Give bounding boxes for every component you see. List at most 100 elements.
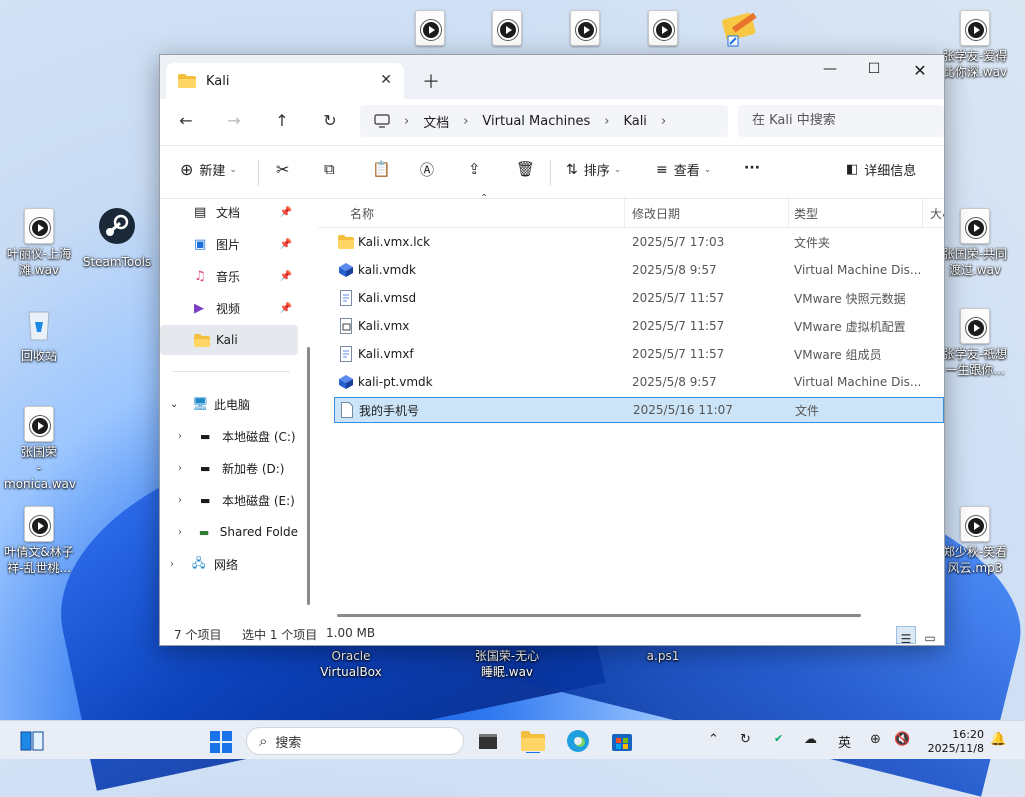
delete-button[interactable]: 🗑	[516, 160, 535, 178]
tray-app-icon[interactable]: ✔	[774, 732, 783, 745]
nav-item-music[interactable]: ♫ 音乐 📌	[160, 261, 298, 291]
large-icons-view-button[interactable]: ▭	[920, 626, 940, 645]
breadcrumb-virtual-machines[interactable]: Virtual Machines	[482, 114, 590, 129]
nav-item-kali[interactable]: Kali	[160, 325, 298, 355]
terminal-app-icon[interactable]	[478, 731, 498, 751]
column-header-date[interactable]: 修改日期	[632, 205, 680, 222]
desktop-file-zhengshaoqiu[interactable]: 郑少秋-笑看 风云.mp3	[940, 506, 1010, 576]
pin-icon[interactable]: 📌	[280, 303, 292, 314]
nav-item-this-pc[interactable]: ⌄ 🖥 此电脑	[160, 389, 298, 419]
nav-item-shared-folders[interactable]: › ▬ Shared Folde	[160, 517, 298, 547]
chevron-right-icon[interactable]: ›	[178, 495, 200, 506]
chevron-right-icon[interactable]: ›	[661, 114, 666, 129]
desktop-media-file[interactable]	[628, 10, 698, 46]
tab-kali[interactable]: Kali ✕	[166, 63, 404, 99]
desktop-file-zhangguorong-monica[interactable]: 张国荣 -monica.wav	[4, 406, 76, 492]
nav-item-drive-c[interactable]: › ▬ 本地磁盘 (C:)	[160, 421, 298, 451]
file-row[interactable]: kali.vmdk 2025/5/8 9:57 Virtual Machine …	[334, 257, 944, 283]
desktop-file-yeqianwen[interactable]: 叶倩文&林子 祥-乱世桃...	[4, 506, 74, 576]
nav-item-videos[interactable]: ▶ 视频 📌	[160, 293, 298, 323]
input-method-indicator[interactable]: 英	[838, 732, 851, 751]
column-divider[interactable]	[624, 197, 625, 227]
forward-button[interactable]: →	[222, 111, 246, 130]
minimize-button[interactable]: —	[810, 61, 850, 77]
horizontal-scrollbar[interactable]	[337, 614, 861, 617]
details-view-button[interactable]: ☰	[896, 626, 916, 646]
scrollbar-thumb[interactable]	[307, 347, 310, 605]
nav-item-pictures[interactable]: ▣ 图片 📌	[160, 229, 298, 259]
column-header-size[interactable]: 大小	[930, 205, 944, 222]
desktop-recycle-bin[interactable]: 回收站	[4, 304, 74, 364]
desktop-shortcut-steamtools[interactable]: SteamTools	[82, 206, 152, 270]
copy-button[interactable]: ⧉	[324, 160, 335, 178]
chevron-right-icon[interactable]: ›	[170, 559, 192, 570]
store-icon[interactable]	[610, 729, 634, 753]
file-row[interactable]: Kali.vmxf 2025/5/7 11:57 VMware 组成员	[334, 341, 944, 367]
desktop-media-file[interactable]	[472, 10, 542, 46]
desktop-file-a-ps1[interactable]: a.ps1	[628, 648, 698, 664]
rename-button[interactable]: Ⓐ	[420, 160, 434, 180]
desktop-shortcut[interactable]	[705, 10, 775, 52]
new-button[interactable]: ⊕ 新建 ⌄	[180, 160, 237, 179]
nav-item-network[interactable]: › 🖧 网络	[160, 549, 298, 579]
pin-icon[interactable]: 📌	[280, 271, 292, 282]
breadcrumb[interactable]: › 文档 › Virtual Machines › Kali ›	[360, 105, 728, 137]
desktop-media-file[interactable]	[550, 10, 620, 46]
column-header-type[interactable]: 类型	[794, 205, 818, 222]
desktop-shortcut-virtualbox[interactable]: Oracle VirtualBox	[316, 648, 386, 680]
nav-item-drive-e[interactable]: › ▬ 本地磁盘 (E:)	[160, 485, 298, 515]
taskbar-search[interactable]: ⌕ 搜索	[246, 727, 464, 755]
desktop-file-yeliyi[interactable]: 叶丽仪-上海 滩.wav	[4, 208, 74, 278]
search-input[interactable]: 在 Kali 中搜索	[738, 105, 944, 137]
close-window-button[interactable]: ✕	[900, 61, 940, 80]
desktop-media-file[interactable]	[395, 10, 465, 46]
windows-start-icon[interactable]	[210, 731, 232, 753]
volume-muted-icon[interactable]: 🔇	[894, 732, 910, 747]
desktop-file-zhangguorong-wuxin[interactable]: 张国荣-无心 睡眠.wav	[472, 648, 542, 680]
notification-bell-icon[interactable]: 🔔	[990, 732, 1006, 747]
file-explorer-taskbar-icon[interactable]	[520, 729, 546, 753]
nav-scrollbar[interactable]	[306, 197, 312, 607]
desktop-file-zhangxueyou-zhixiang[interactable]: 张学友-祇想 一生跟你...	[940, 308, 1010, 378]
desktop-file-zhangxueyou-aide[interactable]: 张学友-爱得 比你深.wav	[940, 10, 1010, 80]
chevron-up-icon[interactable]: ⌃	[708, 732, 719, 747]
pin-icon[interactable]: 📌	[280, 239, 292, 250]
sort-button[interactable]: ⇅ 排序 ⌄	[566, 160, 621, 180]
breadcrumb-kali[interactable]: Kali	[623, 114, 647, 129]
system-clock[interactable]: 16:20 2025/11/8	[918, 728, 984, 756]
file-row[interactable]: kali-pt.vmdk 2025/5/8 9:57 Virtual Machi…	[334, 369, 944, 395]
column-divider[interactable]	[922, 197, 923, 227]
more-options-button[interactable]: ···	[744, 160, 760, 176]
nav-item-drive-d[interactable]: › ▬ 新加卷 (D:)	[160, 453, 298, 483]
refresh-button[interactable]: ↻	[318, 111, 342, 130]
chevron-down-icon[interactable]: ⌄	[170, 399, 192, 410]
view-button[interactable]: ≡ 查看 ⌄	[656, 160, 711, 180]
breadcrumb-documents[interactable]: 文档	[423, 112, 449, 131]
file-row-selected[interactable]: 我的手机号 2025/5/16 11:07 文件	[334, 397, 944, 423]
cloud-offline-icon[interactable]: ☁	[804, 732, 817, 747]
chevron-right-icon[interactable]: ›	[178, 527, 199, 538]
close-tab-icon[interactable]: ✕	[380, 72, 392, 88]
up-button[interactable]: ↑	[270, 111, 294, 130]
maximize-button[interactable]: ☐	[854, 61, 894, 77]
paste-button[interactable]: 📋	[372, 160, 391, 178]
edge-browser-icon[interactable]	[566, 729, 590, 753]
chevron-right-icon[interactable]: ›	[178, 431, 200, 442]
task-view-icon[interactable]	[20, 731, 46, 751]
chevron-right-icon[interactable]: ›	[178, 463, 200, 474]
pin-icon[interactable]: 📌	[280, 207, 292, 218]
back-button[interactable]: ←	[174, 111, 198, 130]
details-pane-button[interactable]: ◧ 详细信息	[846, 160, 916, 179]
cut-button[interactable]: ✂	[276, 160, 289, 179]
globe-network-icon[interactable]: ⊕	[870, 732, 881, 747]
file-row[interactable]: Kali.vmx 2025/5/7 11:57 VMware 虚拟机配置	[334, 313, 944, 339]
sync-icon[interactable]: ↻	[740, 732, 751, 747]
column-divider[interactable]	[788, 197, 789, 227]
new-tab-button[interactable]: ＋	[422, 68, 440, 94]
column-header-name[interactable]: 名称	[350, 205, 374, 222]
desktop-file-zhangguorong-gongtong[interactable]: 张国荣-共同 渡过.wav	[940, 208, 1010, 278]
nav-item-documents[interactable]: ▤ 文档 📌	[160, 197, 298, 227]
file-row[interactable]: Kali.vmx.lck 2025/5/7 17:03 文件夹	[334, 229, 944, 255]
file-row[interactable]: Kali.vmsd 2025/5/7 11:57 VMware 快照元数据	[334, 285, 944, 311]
share-button[interactable]: ⇪	[468, 160, 481, 178]
